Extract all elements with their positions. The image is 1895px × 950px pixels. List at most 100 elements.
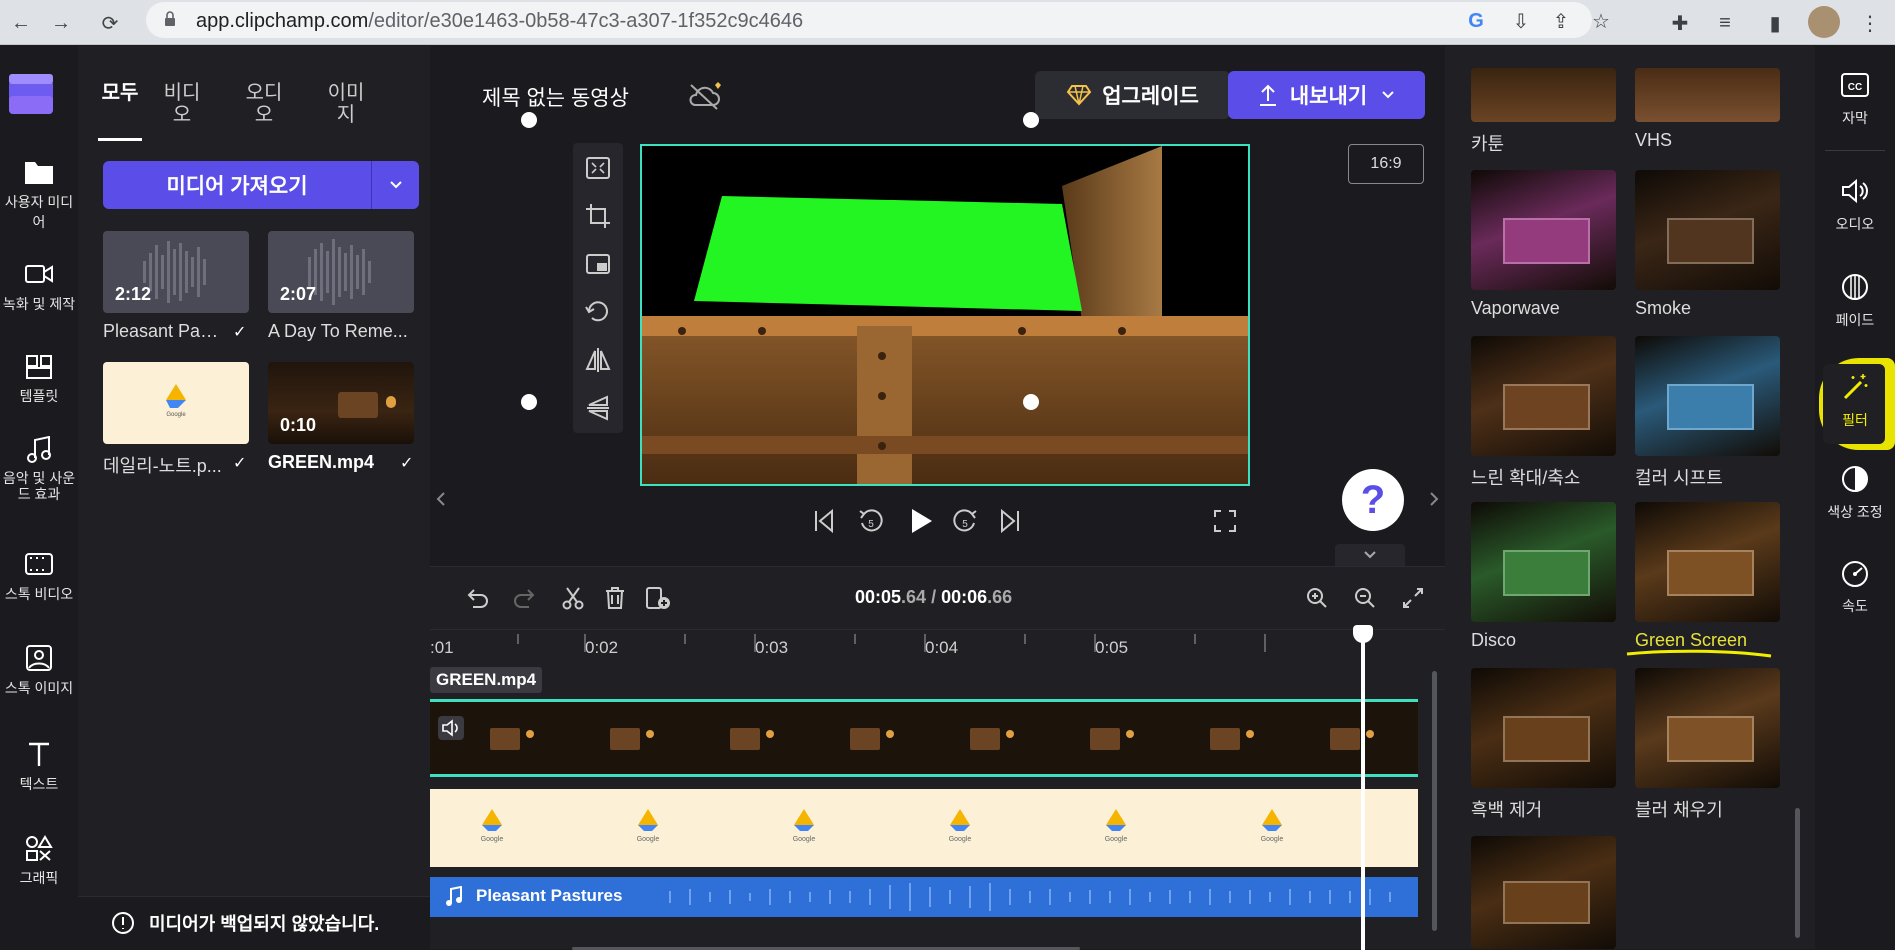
- rail-text[interactable]: 텍스트: [0, 740, 78, 794]
- image-track-clip[interactable]: Google Google Google Google Google Google: [430, 789, 1418, 867]
- timeline-ruler[interactable]: :01 0:02 0:03 0:04 0:05: [430, 629, 1445, 665]
- media-item-audio-2[interactable]: 2:07: [268, 231, 414, 313]
- upgrade-button[interactable]: 업그레이드: [1035, 71, 1230, 119]
- filter-thumb-blur-fill[interactable]: [1635, 668, 1780, 788]
- chevron-down-icon: [1364, 551, 1376, 559]
- rail-record-create[interactable]: 녹화 및 제작: [0, 260, 78, 314]
- rail-stock-video[interactable]: 스톡 비디오: [0, 550, 78, 604]
- rotate-icon[interactable]: [583, 297, 613, 327]
- tab-image[interactable]: 이미지: [324, 82, 368, 126]
- chest-shape: [1666, 384, 1754, 430]
- media-item-image[interactable]: Google: [103, 362, 249, 444]
- fit-timeline-icon[interactable]: [1400, 585, 1426, 611]
- collapse-timeline-button[interactable]: [1335, 544, 1405, 566]
- address-bar[interactable]: app.clipchamp.com/editor/e30e1463-0b58-4…: [146, 2, 1610, 38]
- play-icon[interactable]: [906, 505, 936, 537]
- resize-handle-br[interactable]: [1023, 394, 1039, 410]
- tab-video[interactable]: 비디오: [160, 82, 204, 126]
- back-icon[interactable]: ←: [6, 8, 36, 38]
- filter-thumb-green-screen[interactable]: [1635, 502, 1780, 622]
- clip-volume-button[interactable]: [438, 716, 464, 740]
- fade-icon: [1842, 274, 1868, 300]
- rail-speed[interactable]: 속도: [1815, 558, 1895, 616]
- media-control-icon[interactable]: ≡: [1710, 8, 1740, 38]
- filter-thumb-disco[interactable]: [1471, 502, 1616, 622]
- rail-music-sfx[interactable]: 음악 및 사운드 효과: [0, 436, 78, 502]
- fit-icon[interactable]: [583, 153, 613, 183]
- aspect-ratio-button[interactable]: 16:9: [1348, 144, 1424, 184]
- filter-thumb-next[interactable]: [1471, 836, 1616, 949]
- filter-thumb-cartoon[interactable]: [1471, 68, 1616, 122]
- install-icon[interactable]: ⇩: [1506, 6, 1536, 36]
- split-icon[interactable]: [560, 585, 586, 611]
- forward-5-icon[interactable]: 5: [950, 505, 980, 537]
- filter-scrollbar[interactable]: [1795, 808, 1800, 938]
- avatar[interactable]: [1808, 6, 1840, 38]
- cloud-off-icon[interactable]: [687, 81, 723, 113]
- import-dropdown-button[interactable]: [371, 161, 419, 209]
- rail-audio[interactable]: 오디오: [1815, 176, 1895, 234]
- playhead[interactable]: [1353, 625, 1373, 950]
- chevron-down-icon: [389, 181, 402, 189]
- filter-thumb-vhs[interactable]: [1635, 68, 1780, 122]
- speedometer-icon: [1842, 561, 1868, 587]
- rail-stock-image[interactable]: 스톡 이미지: [0, 644, 78, 698]
- media-item-video[interactable]: 0:10: [268, 362, 414, 444]
- flip-icon[interactable]: [583, 345, 613, 375]
- skip-back-icon[interactable]: [810, 507, 838, 535]
- filter-label: Vaporwave: [1471, 298, 1560, 318]
- rail-fade[interactable]: 페이드: [1815, 272, 1895, 330]
- filter-thumb-desaturate[interactable]: [1471, 668, 1616, 788]
- rail-captions[interactable]: CC 자막: [1815, 70, 1895, 128]
- rail-filters[interactable]: 필터: [1815, 372, 1895, 430]
- rail-adjust-colors[interactable]: 색상 조정: [1815, 464, 1895, 522]
- video-title[interactable]: 제목 없는 동영상: [482, 82, 629, 112]
- google-icon[interactable]: G: [1461, 6, 1491, 36]
- rail-templates[interactable]: 템플릿: [0, 352, 78, 406]
- zoom-out-icon[interactable]: [1352, 585, 1378, 611]
- filter-thumb-vaporwave[interactable]: [1471, 170, 1616, 290]
- reload-icon[interactable]: ⟳: [95, 8, 125, 38]
- bookmark-star-icon[interactable]: ☆: [1586, 6, 1616, 36]
- redo-icon[interactable]: [512, 585, 538, 611]
- resize-handle-bl[interactable]: [521, 394, 537, 410]
- undo-icon[interactable]: [464, 585, 490, 611]
- backup-warning[interactable]: 미디어가 백업되지 않았습니다.: [78, 896, 430, 949]
- export-button[interactable]: 내보내기: [1228, 71, 1425, 119]
- fullscreen-icon[interactable]: [1212, 508, 1238, 534]
- filter-thumb-color-shift[interactable]: [1635, 336, 1780, 456]
- filter-thumb-smoke[interactable]: [1635, 170, 1780, 290]
- help-button[interactable]: ?: [1342, 469, 1404, 531]
- chest-shape: [1666, 716, 1754, 762]
- video-track-clip[interactable]: [430, 699, 1418, 777]
- rail-graphics[interactable]: 그래픽: [0, 834, 78, 888]
- tab-audio[interactable]: 오디오: [242, 82, 286, 126]
- resize-handle-tr[interactable]: [1023, 112, 1039, 128]
- skip-forward-icon[interactable]: [996, 507, 1024, 535]
- rail-your-media[interactable]: 사용자 미디어: [0, 158, 78, 232]
- video-canvas[interactable]: [640, 144, 1250, 486]
- forward-icon[interactable]: →: [46, 8, 76, 38]
- resize-handle-tl[interactable]: [521, 112, 537, 128]
- share-icon[interactable]: ⇪: [1546, 6, 1576, 36]
- audio-track-clip[interactable]: Pleasant Pastures: [430, 877, 1418, 917]
- pip-icon[interactable]: [583, 249, 613, 279]
- crop-icon[interactable]: [583, 201, 613, 231]
- flip-vertical-icon[interactable]: [583, 393, 613, 423]
- menu-dots-icon[interactable]: ⋮: [1855, 8, 1885, 38]
- video-camera-icon: [25, 265, 53, 283]
- import-media-button[interactable]: 미디어 가져오기: [103, 161, 419, 209]
- collapse-right-icon[interactable]: [1428, 491, 1440, 507]
- filter-thumb-slow-zoom[interactable]: [1471, 336, 1616, 456]
- extensions-icon[interactable]: ✚: [1665, 8, 1695, 38]
- zoom-in-icon[interactable]: [1304, 585, 1330, 611]
- timeline-scrollbar[interactable]: [1432, 671, 1437, 931]
- sidepanel-icon[interactable]: ▮: [1760, 8, 1790, 38]
- rewind-5-icon[interactable]: 5: [856, 505, 886, 537]
- add-to-timeline-icon[interactable]: [644, 585, 672, 611]
- media-item-audio-1[interactable]: 2:12: [103, 231, 249, 313]
- tab-all[interactable]: 모두: [98, 82, 142, 104]
- delete-icon[interactable]: [602, 585, 628, 611]
- media-name: A Day To Reme...: [268, 321, 408, 341]
- collapse-left-icon[interactable]: [435, 491, 447, 507]
